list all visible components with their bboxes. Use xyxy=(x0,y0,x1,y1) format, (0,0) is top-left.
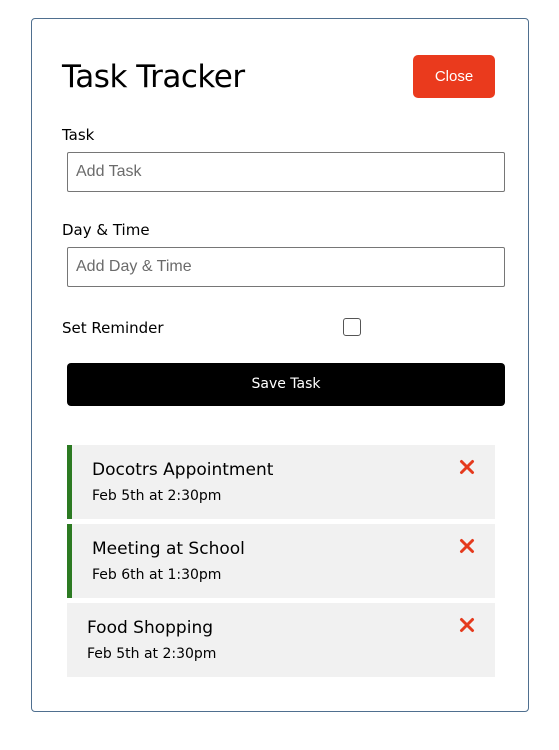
times-icon[interactable] xyxy=(459,617,475,633)
close-button[interactable]: Close xyxy=(413,55,495,98)
task-item[interactable]: Meeting at School Feb 6th at 1:30pm xyxy=(67,524,495,598)
task-title: Food Shopping xyxy=(87,618,214,638)
day-time-input[interactable] xyxy=(67,247,505,287)
set-reminder-label: Set Reminder xyxy=(62,319,164,337)
task-title: Meeting at School xyxy=(92,539,245,559)
task-day-time: Feb 6th at 1:30pm xyxy=(92,567,222,583)
task-day-time: Feb 5th at 2:30pm xyxy=(87,646,217,662)
task-item[interactable]: Food Shopping Feb 5th at 2:30pm xyxy=(67,603,495,677)
times-icon[interactable] xyxy=(459,538,475,554)
task-input[interactable] xyxy=(67,152,505,192)
set-reminder-checkbox[interactable] xyxy=(343,318,361,336)
task-tracker-card: Task Tracker Close Task Day & Time Set R… xyxy=(31,18,529,712)
header: Task Tracker Close xyxy=(62,55,496,99)
task-day-time: Feb 5th at 2:30pm xyxy=(92,488,222,504)
task-item[interactable]: Docotrs Appointment Feb 5th at 2:30pm xyxy=(67,445,495,519)
times-icon[interactable] xyxy=(459,459,475,475)
day-time-label: Day & Time xyxy=(62,221,150,239)
task-list: Docotrs Appointment Feb 5th at 2:30pm Me… xyxy=(67,445,495,682)
task-label: Task xyxy=(62,126,95,144)
save-task-button[interactable]: Save Task xyxy=(67,363,505,406)
task-title: Docotrs Appointment xyxy=(92,460,274,480)
page-title: Task Tracker xyxy=(62,59,245,95)
